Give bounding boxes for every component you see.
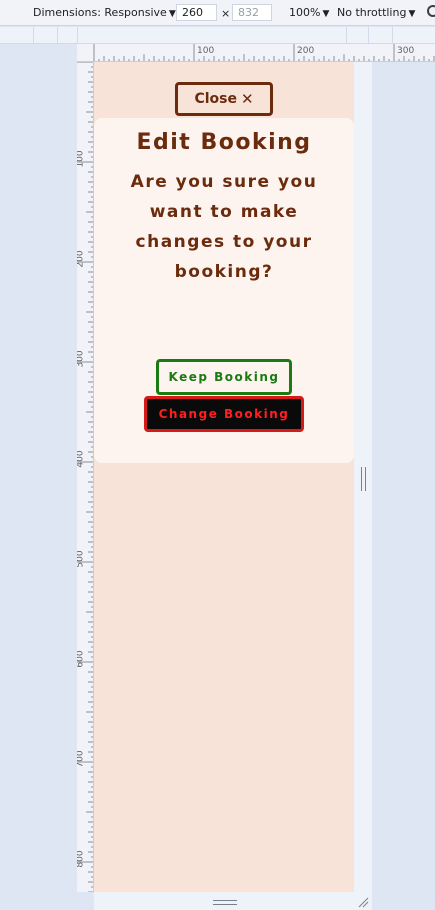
page-viewport: Close ✕ Edit Booking Are you sure you wa… xyxy=(94,62,354,892)
ruler-left: 100 200 300 400 500 600 700 800 xyxy=(77,62,94,892)
chevron-down-icon: ▼ xyxy=(322,9,330,19)
chevron-down-icon: ▼ xyxy=(168,9,176,19)
close-label: Close xyxy=(194,91,237,107)
chevron-down-icon: ▼ xyxy=(408,9,416,19)
media-query-segment[interactable] xyxy=(77,27,78,44)
ruler-label: 800 xyxy=(77,850,86,868)
ruler-top: 100 200 300 xyxy=(77,44,435,62)
page-title: Edit Booking xyxy=(136,130,312,155)
ruler-label: 300 xyxy=(397,46,415,56)
ruler-label: 100 xyxy=(77,150,86,168)
rotate-icon[interactable] xyxy=(427,5,435,17)
media-query-segment[interactable] xyxy=(392,27,393,44)
ruler-label: 100 xyxy=(197,46,215,56)
change-booking-button[interactable]: Change Booking xyxy=(144,396,304,432)
ruler-label: 200 xyxy=(77,250,86,268)
times-icon: × xyxy=(221,7,231,20)
ruler-label: 200 xyxy=(297,46,315,56)
close-button[interactable]: Close ✕ xyxy=(175,82,273,116)
media-query-segment[interactable] xyxy=(346,27,347,44)
height-resize-handle[interactable] xyxy=(213,900,237,905)
devtools-device-toolbar: Dimensions: Responsive ▼ 260 × 832 100% ▼ … xyxy=(0,0,435,26)
dimensions-label: Dimensions: Responsive xyxy=(33,6,167,19)
zoom-label: 100% xyxy=(289,6,321,19)
throttling-dropdown[interactable]: No throttling ▼ xyxy=(337,6,415,19)
media-query-segment[interactable] xyxy=(57,27,58,44)
height-input[interactable]: 832 xyxy=(232,4,272,21)
confirmation-message: Are you sure you want to make changes to… xyxy=(130,172,318,282)
ruler-label: 400 xyxy=(77,450,86,468)
dimensions-dropdown[interactable]: Dimensions: Responsive ▼ xyxy=(33,6,176,19)
close-icon: ✕ xyxy=(240,90,254,108)
media-query-segment[interactable] xyxy=(368,27,369,44)
ruler-label: 700 xyxy=(77,750,86,768)
ruler-label: 500 xyxy=(77,550,86,568)
zoom-dropdown[interactable]: 100% ▼ xyxy=(289,6,329,19)
width-resize-handle[interactable] xyxy=(361,467,366,491)
corner-resize-handle[interactable] xyxy=(357,896,369,908)
ruler-label: 600 xyxy=(77,650,86,668)
media-query-bar xyxy=(0,27,435,44)
throttling-label: No throttling xyxy=(337,6,407,19)
keep-booking-button[interactable]: Keep Booking xyxy=(156,359,292,395)
media-query-segment[interactable] xyxy=(33,27,34,44)
ruler-label: 300 xyxy=(77,350,86,368)
width-input[interactable]: 260 xyxy=(176,4,217,21)
